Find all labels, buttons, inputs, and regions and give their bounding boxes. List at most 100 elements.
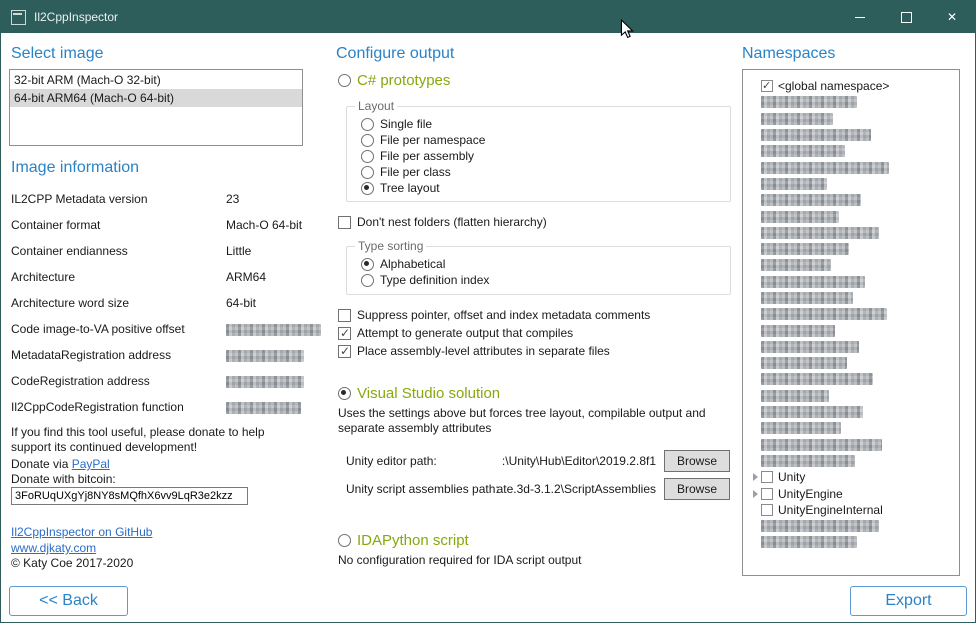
checkbox-icon bbox=[338, 327, 351, 340]
type-sorting-group: Type sorting Alphabetical Type definitio… bbox=[346, 239, 731, 295]
redacted-namespace bbox=[761, 455, 855, 467]
generate-compilable-output-checkbox[interactable]: Attempt to generate output that compiles bbox=[338, 326, 573, 340]
unity-editor-path-label: Unity editor path: bbox=[346, 454, 437, 468]
visual-studio-solution-label: Visual Studio solution bbox=[357, 385, 500, 402]
unity-script-assemblies-path-row: Unity script assemblies path: ate.3d-3.1… bbox=[346, 480, 658, 496]
namespace-item[interactable] bbox=[749, 388, 959, 404]
donate-via-text: Donate via bbox=[11, 457, 72, 471]
maximize-button[interactable] bbox=[883, 1, 929, 33]
namespace-item[interactable] bbox=[749, 290, 959, 306]
close-button[interactable]: ✕ bbox=[929, 1, 975, 33]
layout-file-per-assembly-radio[interactable]: File per assembly bbox=[361, 149, 722, 163]
image-listbox[interactable]: 32-bit ARM (Mach-O 32-bit) 64-bit ARM64 … bbox=[9, 69, 303, 146]
namespace-item[interactable] bbox=[749, 420, 959, 436]
browse-script-assemblies-button[interactable]: Browse bbox=[664, 478, 730, 500]
namespace-item[interactable] bbox=[749, 241, 959, 257]
paypal-link[interactable]: PayPal bbox=[72, 457, 110, 471]
app-window: Il2CppInspector ✕ Select image 32-bit AR… bbox=[0, 0, 976, 623]
info-label: Architecture bbox=[11, 270, 75, 284]
namespace-checkbox[interactable] bbox=[761, 488, 773, 500]
namespace-item[interactable]: UnityEngineInternal bbox=[749, 502, 959, 518]
namespace-item[interactable] bbox=[749, 208, 959, 224]
export-button[interactable]: Export bbox=[850, 586, 967, 616]
namespace-checkbox[interactable] bbox=[761, 471, 773, 483]
namespace-item[interactable] bbox=[749, 127, 959, 143]
namespace-item[interactable] bbox=[749, 159, 959, 175]
namespace-item[interactable] bbox=[749, 306, 959, 322]
donate-bitcoin-label: Donate with bitcoin: bbox=[11, 472, 116, 487]
namespace-label: UnityEngine bbox=[778, 487, 843, 501]
namespace-item[interactable] bbox=[749, 453, 959, 469]
checkbox-icon bbox=[338, 216, 351, 229]
namespace-list[interactable]: <global namespace> Unity UnityEngineUnityE… bbox=[742, 69, 960, 576]
generate-compilable-output-label: Attempt to generate output that compiles bbox=[357, 326, 573, 340]
info-row: Container endianness Little bbox=[11, 244, 303, 260]
namespace-item[interactable] bbox=[749, 225, 959, 241]
redacted-value bbox=[226, 322, 321, 336]
info-value: ARM64 bbox=[226, 270, 266, 284]
redacted-namespace bbox=[761, 276, 865, 288]
layout-file-per-class-radio[interactable]: File per class bbox=[361, 165, 722, 179]
back-button[interactable]: << Back bbox=[9, 586, 128, 616]
namespace-item[interactable] bbox=[749, 111, 959, 127]
flatten-hierarchy-checkbox[interactable]: Don't nest folders (flatten hierarchy) bbox=[338, 215, 547, 229]
copyright-text: © Katy Coe 2017-2020 bbox=[11, 556, 133, 571]
namespace-item[interactable] bbox=[749, 518, 959, 534]
redacted-namespace bbox=[761, 341, 859, 353]
image-information-heading: Image information bbox=[11, 159, 139, 177]
separate-attributes-checkbox[interactable]: Place assembly-level attributes in separ… bbox=[338, 344, 610, 358]
idapython-script-label: IDAPython script bbox=[357, 532, 469, 549]
layout-option-label: File per namespace bbox=[380, 133, 485, 147]
namespace-item[interactable] bbox=[749, 192, 959, 208]
radio-icon bbox=[361, 274, 374, 287]
namespace-item[interactable] bbox=[749, 534, 959, 550]
namespace-checkbox[interactable] bbox=[761, 504, 773, 516]
unity-script-assemblies-path-label: Unity script assemblies path: bbox=[346, 482, 499, 496]
layout-option-label: File per class bbox=[380, 165, 451, 179]
expander-icon[interactable] bbox=[753, 490, 758, 498]
info-value: Little bbox=[226, 244, 251, 258]
image-item-64bit[interactable]: 64-bit ARM64 (Mach-O 64-bit) bbox=[10, 89, 302, 107]
csharp-prototypes-radio[interactable]: C# prototypes bbox=[338, 72, 450, 89]
namespace-item[interactable] bbox=[749, 176, 959, 192]
sorting-type-definition-index-radio[interactable]: Type definition index bbox=[361, 273, 722, 287]
namespace-item[interactable] bbox=[749, 94, 959, 110]
suppress-metadata-comments-checkbox[interactable]: Suppress pointer, offset and index metad… bbox=[338, 308, 650, 322]
namespace-item[interactable] bbox=[749, 257, 959, 273]
namespace-item[interactable] bbox=[749, 437, 959, 453]
namespace-item[interactable] bbox=[749, 322, 959, 338]
unity-editor-path-value: :\Unity\Hub\Editor\2019.2.8f1 bbox=[502, 454, 656, 468]
info-label: Container endianness bbox=[11, 244, 128, 258]
browse-editor-button[interactable]: Browse bbox=[664, 450, 730, 472]
sorting-alphabetical-radio[interactable]: Alphabetical bbox=[361, 257, 722, 271]
layout-file-per-namespace-radio[interactable]: File per namespace bbox=[361, 133, 722, 147]
website-link[interactable]: www.djkaty.com bbox=[11, 541, 96, 555]
minimize-button[interactable] bbox=[837, 1, 883, 33]
close-icon: ✕ bbox=[947, 11, 957, 23]
namespace-item[interactable] bbox=[749, 143, 959, 159]
website-link-line: www.djkaty.com bbox=[11, 541, 96, 556]
redacted-namespace bbox=[761, 211, 839, 223]
image-item-32bit[interactable]: 32-bit ARM (Mach-O 32-bit) bbox=[10, 71, 302, 89]
namespace-item[interactable]: <global namespace> bbox=[749, 78, 959, 94]
idapython-script-radio[interactable]: IDAPython script bbox=[338, 532, 469, 549]
namespace-item[interactable]: UnityEngine bbox=[749, 485, 959, 501]
layout-group-label: Layout bbox=[355, 99, 397, 113]
info-row: IL2CPP Metadata version23 bbox=[11, 192, 303, 208]
layout-tree-layout-radio[interactable]: Tree layout bbox=[361, 181, 722, 195]
namespace-item[interactable] bbox=[749, 355, 959, 371]
namespace-item[interactable] bbox=[749, 274, 959, 290]
namespace-item[interactable] bbox=[749, 404, 959, 420]
donate-text: If you find this tool useful, please don… bbox=[11, 425, 303, 455]
github-link[interactable]: Il2CppInspector on GitHub bbox=[11, 525, 152, 539]
bitcoin-address-input[interactable] bbox=[11, 487, 248, 505]
namespace-item[interactable]: Unity bbox=[749, 469, 959, 485]
redacted-namespace bbox=[761, 390, 829, 402]
visual-studio-solution-radio[interactable]: Visual Studio solution bbox=[338, 385, 500, 402]
namespace-item[interactable] bbox=[749, 339, 959, 355]
expander-icon[interactable] bbox=[753, 473, 758, 481]
layout-single-file-radio[interactable]: Single file bbox=[361, 117, 722, 131]
namespace-item[interactable] bbox=[749, 371, 959, 387]
namespace-checkbox[interactable] bbox=[761, 80, 773, 92]
redacted-namespace bbox=[761, 113, 833, 125]
